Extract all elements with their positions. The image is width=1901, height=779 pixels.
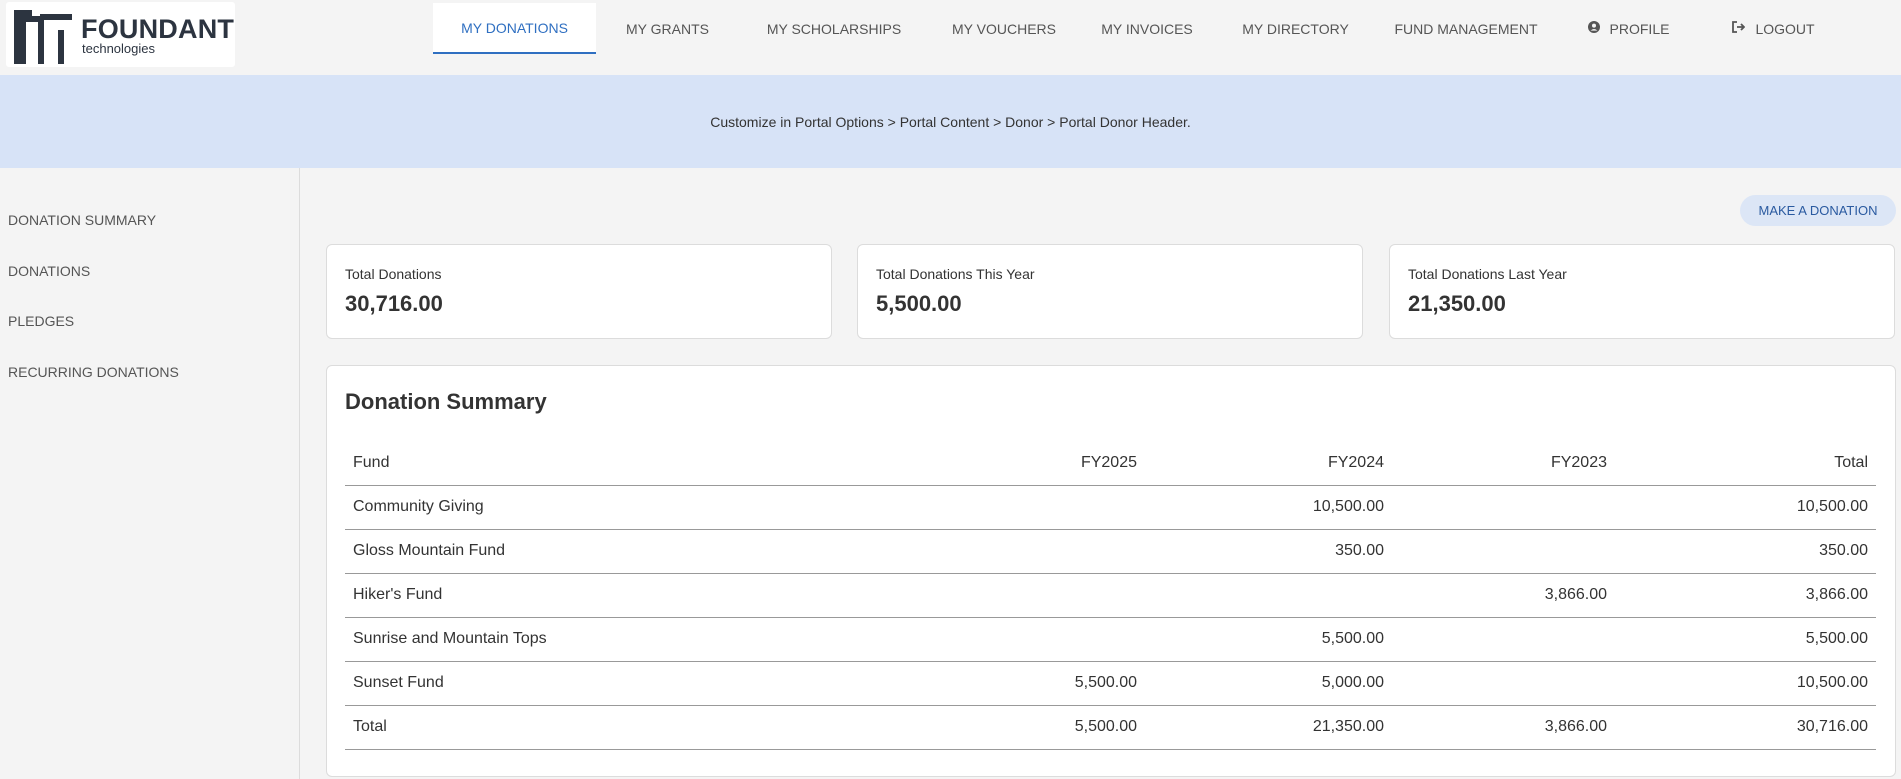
nav-label: MY DIRECTORY — [1242, 20, 1349, 37]
column-header-fy2025: FY2025 — [897, 441, 1145, 486]
foundant-logo-mark-icon — [14, 10, 72, 64]
nav-my-donations[interactable]: MY DONATIONS — [433, 3, 596, 54]
donation-summary-panel: Donation Summary Fund FY2025 FY2024 FY20… — [326, 365, 1896, 777]
amount-cell — [897, 485, 1145, 530]
nav-label: MY DONATIONS — [461, 19, 568, 36]
nav-my-directory[interactable]: MY DIRECTORY — [1215, 3, 1376, 54]
logo-subtitle: technologies — [82, 41, 155, 56]
sign-out-icon — [1732, 21, 1746, 36]
sidebar-item-donation-summary[interactable]: DONATION SUMMARY — [8, 212, 156, 228]
amount-cell — [897, 573, 1145, 618]
fund-name-cell: Total — [345, 705, 897, 750]
stat-card-this-year: Total Donations This Year 5,500.00 — [857, 244, 1363, 339]
stat-card-value: 30,716.00 — [345, 291, 443, 316]
amount-cell: 5,000.00 — [1145, 661, 1392, 706]
amount-cell: 10,500.00 — [1615, 485, 1876, 530]
amount-cell: 350.00 — [1145, 529, 1392, 574]
nav-my-invoices[interactable]: MY INVOICES — [1079, 3, 1215, 54]
stat-card-value: 5,500.00 — [876, 291, 962, 316]
amount-cell — [1145, 573, 1392, 618]
stat-card-label: Total Donations This Year — [876, 266, 1035, 282]
sidebar-item-pledges[interactable]: PLEDGES — [8, 313, 74, 329]
amount-cell: 10,500.00 — [1145, 485, 1392, 530]
stat-card-total-donations: Total Donations 30,716.00 — [326, 244, 832, 339]
stat-card-label: Total Donations — [345, 266, 442, 282]
table-header-row: Fund FY2025 FY2024 FY2023 Total — [345, 441, 1876, 486]
fund-name-cell: Sunset Fund — [345, 661, 897, 706]
fund-name-cell: Hiker's Fund — [345, 573, 897, 618]
column-header-fy2024: FY2024 — [1145, 441, 1392, 486]
amount-cell — [1392, 661, 1615, 706]
portal-header-banner: Customize in Portal Options > Portal Con… — [0, 75, 1901, 168]
nav-label: FUND MANAGEMENT — [1394, 20, 1538, 37]
nav-label: MY GRANTS — [626, 20, 709, 37]
donation-summary-table: Fund FY2025 FY2024 FY2023 Total Communit… — [345, 441, 1876, 750]
column-header-fund: Fund — [345, 441, 897, 486]
stat-card-last-year: Total Donations Last Year 21,350.00 — [1389, 244, 1895, 339]
foundant-logo[interactable]: FOUNDANT technologies — [6, 2, 235, 67]
fund-name-cell: Gloss Mountain Fund — [345, 529, 897, 574]
amount-cell: 30,716.00 — [1615, 705, 1876, 750]
table-row: Sunrise and Mountain Tops 5,500.00 5,500… — [345, 617, 1876, 662]
amount-cell: 10,500.00 — [1615, 661, 1876, 706]
sidebar-item-donations[interactable]: DONATIONS — [8, 263, 90, 279]
amount-cell: 350.00 — [1615, 529, 1876, 574]
logo-wordmark: FOUNDANT — [81, 14, 235, 44]
nav-my-vouchers[interactable]: MY VOUCHERS — [929, 3, 1079, 54]
amount-cell: 3,866.00 — [1615, 573, 1876, 618]
amount-cell — [897, 617, 1145, 662]
nav-label: PROFILE — [1609, 20, 1670, 37]
stat-card-value: 21,350.00 — [1408, 291, 1506, 316]
amount-cell: 3,866.00 — [1392, 705, 1615, 750]
nav-label: MY SCHOLARSHIPS — [766, 20, 902, 37]
table-row: Hiker's Fund 3,866.00 3,866.00 — [345, 573, 1876, 618]
banner-text: Customize in Portal Options > Portal Con… — [710, 113, 1191, 130]
nav-logout[interactable]: LOGOUT — [1701, 3, 1846, 54]
table-row: Gloss Mountain Fund 350.00 350.00 — [345, 529, 1876, 574]
amount-cell: 5,500.00 — [1145, 617, 1392, 662]
amount-cell — [897, 529, 1145, 574]
column-header-total: Total — [1615, 441, 1876, 486]
table-row: Community Giving 10,500.00 10,500.00 — [345, 485, 1876, 530]
amount-cell: 5,500.00 — [897, 661, 1145, 706]
table-total-row: Total 5,500.00 21,350.00 3,866.00 30,716… — [345, 705, 1876, 750]
stat-card-label: Total Donations Last Year — [1408, 266, 1567, 282]
nav-label: MY VOUCHERS — [952, 20, 1056, 37]
sidebar: DONATION SUMMARY DONATIONS PLEDGES RECUR… — [0, 168, 300, 779]
donation-summary-title: Donation Summary — [345, 389, 547, 414]
amount-cell: 5,500.00 — [897, 705, 1145, 750]
table-row: Sunset Fund 5,500.00 5,000.00 10,500.00 — [345, 661, 1876, 706]
make-donation-button[interactable]: MAKE A DONATION — [1740, 195, 1896, 226]
fund-name-cell: Sunrise and Mountain Tops — [345, 617, 897, 662]
sidebar-item-recurring-donations[interactable]: RECURRING DONATIONS — [8, 364, 179, 380]
nav-my-scholarships[interactable]: MY SCHOLARSHIPS — [739, 3, 929, 54]
amount-cell: 3,866.00 — [1392, 573, 1615, 618]
amount-cell — [1392, 529, 1615, 574]
user-circle-icon — [1587, 21, 1600, 36]
nav-label: LOGOUT — [1755, 20, 1815, 37]
fund-name-cell: Community Giving — [345, 485, 897, 530]
amount-cell: 5,500.00 — [1615, 617, 1876, 662]
top-header: FOUNDANT technologies MY DONATIONS MY GR… — [0, 0, 1901, 75]
nav-label: MY INVOICES — [1101, 20, 1193, 37]
amount-cell — [1392, 617, 1615, 662]
amount-cell — [1392, 485, 1615, 530]
column-header-fy2023: FY2023 — [1392, 441, 1615, 486]
amount-cell: 21,350.00 — [1145, 705, 1392, 750]
nav-profile[interactable]: PROFILE — [1556, 3, 1701, 54]
main-nav: MY DONATIONS MY GRANTS MY SCHOLARSHIPS M… — [433, 3, 1846, 54]
nav-fund-management[interactable]: FUND MANAGEMENT — [1376, 3, 1556, 54]
nav-my-grants[interactable]: MY GRANTS — [596, 3, 739, 54]
